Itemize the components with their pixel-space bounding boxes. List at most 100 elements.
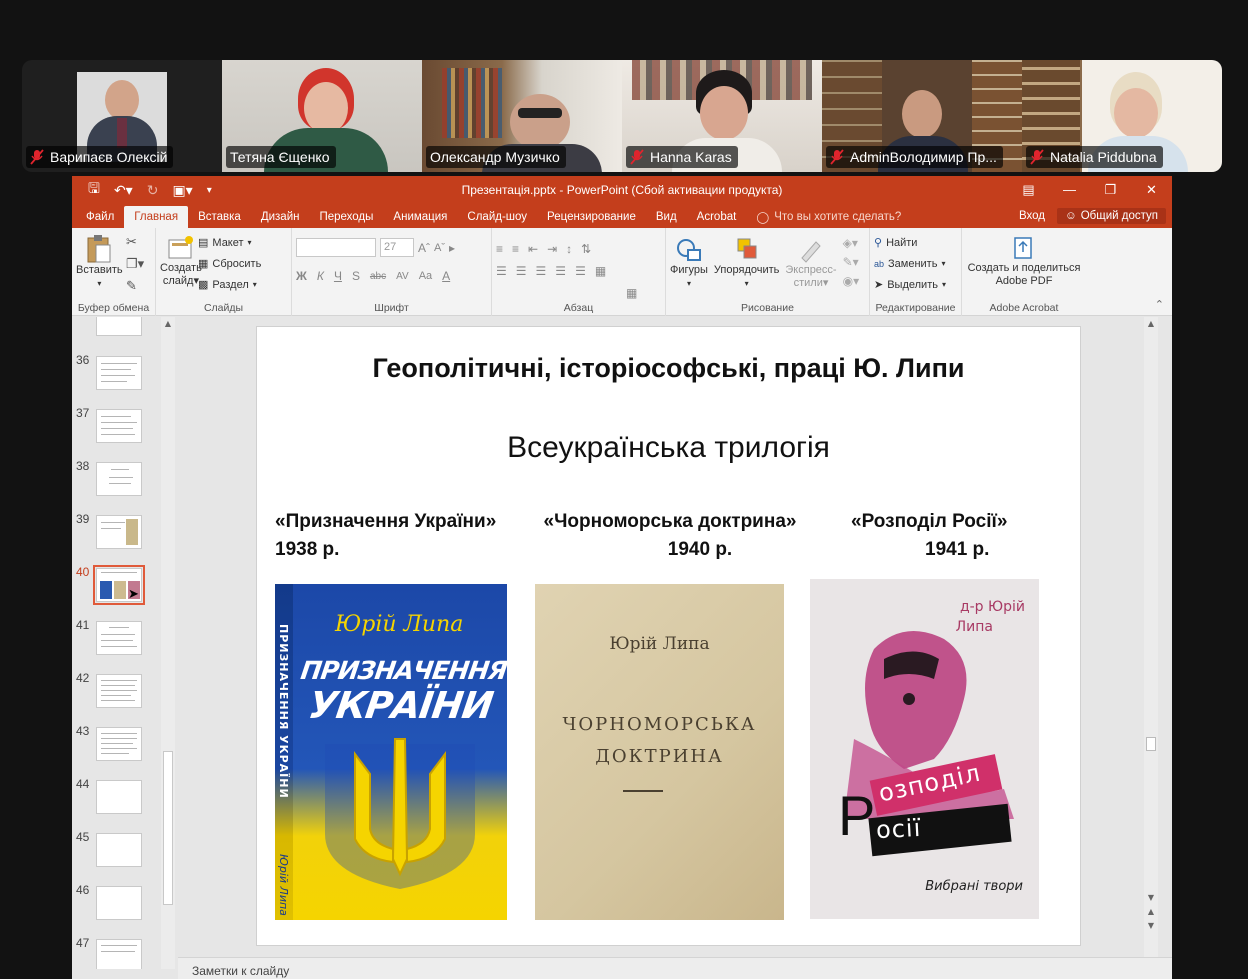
- scroll-down-icon[interactable]: ▼: [1144, 893, 1158, 902]
- smartart-icon[interactable]: ▦: [626, 286, 637, 300]
- slide-thumbnail[interactable]: 45: [72, 830, 164, 874]
- char-spacing-button[interactable]: AV: [396, 271, 409, 282]
- participant-tile-active-speaker[interactable]: Олександр Музичко: [422, 60, 622, 172]
- shape-outline-icon[interactable]: ✎▾: [843, 255, 860, 269]
- tab-view[interactable]: Вид: [646, 206, 687, 228]
- font-name-input[interactable]: [296, 238, 376, 257]
- participant-tile[interactable]: Hanna Karas: [622, 60, 822, 172]
- tab-insert[interactable]: Вставка: [188, 206, 251, 228]
- slide-thumbnail[interactable]: 47: [72, 936, 164, 969]
- book-cover-3[interactable]: д-р Юрій Липа Р озподіл осії Вибрані тво…: [810, 579, 1039, 919]
- slide-notes-pane[interactable]: Заметки к слайду: [178, 957, 1172, 979]
- scroll-up-icon[interactable]: ▲: [161, 319, 175, 328]
- slide-subtitle[interactable]: Всеукраїнська трилогія: [257, 431, 1080, 465]
- slide-thumbnail[interactable]: 44: [72, 777, 164, 821]
- text-direction-icon[interactable]: ⇅: [581, 242, 591, 256]
- tell-me-search[interactable]: ◯ Что вы хотите сделать?: [756, 206, 901, 228]
- increase-indent-icon[interactable]: ⇥: [547, 242, 557, 256]
- sign-in-link[interactable]: Вход: [1019, 210, 1045, 222]
- minimize-icon[interactable]: —: [1049, 176, 1090, 204]
- find-button[interactable]: ⚲ Найти: [874, 232, 957, 253]
- undo-icon[interactable]: ↶▾: [114, 182, 133, 199]
- participant-tile[interactable]: Natalia Piddubna: [1022, 60, 1222, 172]
- justify-icon[interactable]: ☰: [555, 264, 566, 278]
- scroll-up-icon[interactable]: ▲: [1144, 319, 1158, 328]
- copy-icon[interactable]: ❐▾: [126, 256, 144, 272]
- arrange-button[interactable]: Упорядочить ▾: [714, 236, 779, 290]
- participant-tile[interactable]: AdminВолодимир Пр...: [822, 60, 1022, 172]
- tab-design[interactable]: Дизайн: [251, 206, 310, 228]
- slide-thumbnail[interactable]: 46: [72, 883, 164, 927]
- close-icon[interactable]: ✕: [1131, 176, 1172, 204]
- tab-home[interactable]: Главная: [124, 206, 189, 228]
- slide-thumbnail[interactable]: 43: [72, 724, 164, 768]
- customize-qat-icon[interactable]: ▾: [207, 185, 212, 196]
- line-spacing-icon[interactable]: ↕: [566, 242, 572, 256]
- change-case-button[interactable]: Aa: [419, 270, 432, 282]
- quick-styles-button[interactable]: Экспресс- стили▾: [785, 236, 837, 290]
- layout-button[interactable]: ▤ Макет ▾: [198, 232, 261, 253]
- collapse-ribbon-icon[interactable]: ⌃: [1155, 298, 1164, 311]
- tab-slideshow[interactable]: Слайд-шоу: [457, 206, 537, 228]
- slide-thumbnail[interactable]: 41: [72, 618, 164, 662]
- numbering-icon[interactable]: ≡: [512, 242, 519, 256]
- shape-effects-icon[interactable]: ◉▾: [843, 274, 860, 288]
- replace-button[interactable]: ab Заменить ▾: [874, 253, 957, 274]
- strikethrough-button[interactable]: abc: [370, 271, 386, 282]
- scroll-thumb[interactable]: [163, 751, 173, 905]
- slide-thumbnail[interactable]: 38: [72, 459, 164, 503]
- align-left-icon[interactable]: ☰: [496, 264, 507, 278]
- bullets-icon[interactable]: ≡: [496, 242, 503, 256]
- tab-review[interactable]: Рецензирование: [537, 206, 646, 228]
- ribbon-display-options-icon[interactable]: ▤: [1008, 176, 1049, 204]
- maximize-icon[interactable]: ❐: [1090, 176, 1131, 204]
- shape-fill-icon[interactable]: ◈▾: [843, 236, 860, 250]
- book-caption-3[interactable]: «Розподіл Росії» 1941 р.: [851, 508, 1007, 564]
- save-icon[interactable]: 🖫: [88, 178, 100, 202]
- font-size-input[interactable]: 27: [380, 238, 414, 257]
- tab-animations[interactable]: Анимация: [383, 206, 457, 228]
- section-button[interactable]: ▩ Раздел ▾: [198, 274, 261, 295]
- columns-icon[interactable]: ☰: [575, 264, 586, 278]
- slide-thumbnail[interactable]: [72, 317, 164, 343]
- tab-acrobat[interactable]: Acrobat: [687, 206, 747, 228]
- shapes-button[interactable]: Фигуры ▾: [670, 236, 708, 290]
- tab-file[interactable]: Файл: [76, 206, 124, 228]
- align-text-icon[interactable]: ▦: [595, 264, 606, 278]
- slide-vertical-scrollbar[interactable]: ▲ ▼ ▲ ▼: [1144, 317, 1158, 969]
- bold-button[interactable]: Ж: [296, 269, 307, 283]
- paste-button[interactable]: Вставить ▾: [76, 234, 123, 290]
- next-slide-icon[interactable]: ▼: [1144, 921, 1158, 930]
- start-slideshow-icon[interactable]: ▣▾: [172, 182, 192, 199]
- decrease-font-icon[interactable]: Aˇ: [434, 242, 445, 254]
- book-caption-1[interactable]: «Призначення України» 1938 р.: [275, 508, 496, 564]
- slide-thumbnail[interactable]: 39: [72, 512, 164, 556]
- book-caption-2[interactable]: «Чорноморська доктрина» 1940 р.: [535, 508, 805, 564]
- slide-title[interactable]: Геополітичні, історіософські, праці Ю. Л…: [257, 353, 1080, 384]
- new-slide-button[interactable]: Создать слайд▾: [160, 234, 202, 288]
- select-button[interactable]: ➤ Выделить ▾: [874, 274, 957, 295]
- underline-button[interactable]: Ч: [334, 269, 342, 283]
- tab-transitions[interactable]: Переходы: [309, 206, 383, 228]
- reset-button[interactable]: ▦ Сбросить: [198, 253, 261, 274]
- increase-font-icon[interactable]: Aˆ: [418, 241, 430, 255]
- scroll-thumb[interactable]: [1146, 737, 1156, 751]
- italic-button[interactable]: К: [317, 269, 324, 283]
- slide[interactable]: Геополітичні, історіософські, праці Ю. Л…: [256, 326, 1081, 946]
- share-button[interactable]: ☺ Общий доступ: [1056, 208, 1166, 224]
- participant-tile[interactable]: Тетяна Єщенко: [222, 60, 422, 172]
- shadow-button[interactable]: S: [352, 269, 360, 283]
- book-cover-1[interactable]: ПРИЗНАЧЕННЯ УКРАЇНИ Юрій Липа Юрій Липа …: [275, 584, 507, 920]
- slide-thumbnail[interactable]: 37: [72, 406, 164, 450]
- participant-tile[interactable]: Варипаєв Олексій: [22, 60, 222, 172]
- slide-thumbnail-current[interactable]: 40 ➤: [72, 565, 164, 609]
- thumbnails-scrollbar[interactable]: ▲: [161, 317, 175, 969]
- create-pdf-button[interactable]: Создать и поделиться Adobe PDF: [966, 234, 1082, 288]
- format-painter-icon[interactable]: ✎: [126, 278, 144, 294]
- slide-thumbnail[interactable]: 42: [72, 671, 164, 715]
- redo-icon[interactable]: ↻: [147, 182, 159, 199]
- book-cover-2[interactable]: Юрій Липа ЧОРНОМОРСЬКА ДОКТРИНА: [535, 584, 784, 920]
- font-color-button[interactable]: A: [442, 269, 450, 283]
- slide-thumbnail[interactable]: 36: [72, 353, 164, 397]
- align-center-icon[interactable]: ☰: [516, 264, 527, 278]
